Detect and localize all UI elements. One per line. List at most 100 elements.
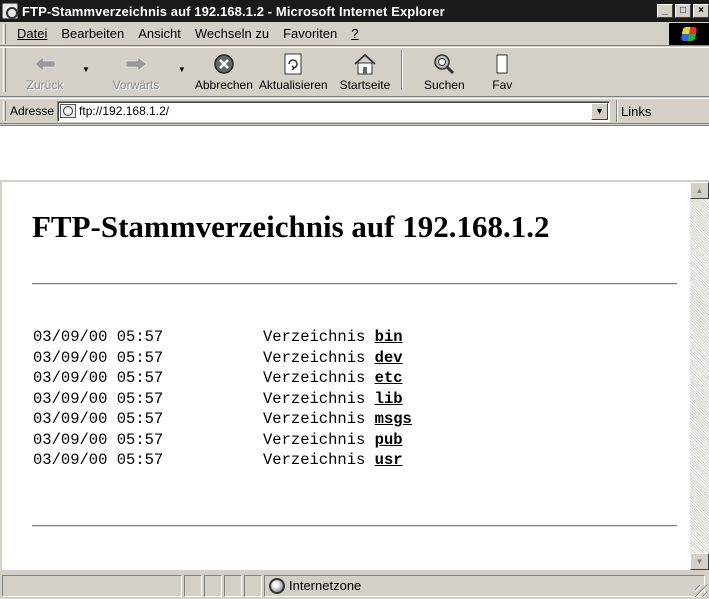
entry-datetime: 03/09/00 05:57: [33, 348, 164, 367]
address-label: Adresse: [10, 104, 55, 118]
status-bar: Internetzone: [0, 572, 709, 599]
menu-bar-grip[interactable]: [3, 23, 6, 44]
directory-link[interactable]: usr: [375, 451, 403, 469]
status-lock-panel: [224, 574, 242, 597]
refresh-label: Aktualisieren: [258, 78, 328, 92]
menu-help-label: ?: [351, 26, 359, 41]
status-progress-panel: [184, 574, 202, 597]
refresh-button[interactable]: Aktualisieren: [256, 48, 331, 92]
directory-link[interactable]: etc: [375, 369, 403, 387]
page-content: FTP-Stammverzeichnis auf 192.168.1.2 03/…: [2, 182, 690, 570]
status-privacy-panel: [244, 574, 262, 597]
list-item: 03/09/00 05:57 Verzeichnis msgs: [33, 409, 412, 430]
list-item: 03/09/00 05:57 Verzeichnis usr: [33, 450, 412, 471]
forward-dropdown-icon[interactable]: ▼: [178, 65, 186, 74]
menu-help[interactable]: ?: [344, 26, 365, 41]
back-button[interactable]: Zurück: [10, 48, 80, 92]
menu-ansicht-label: Ansicht: [138, 26, 181, 41]
search-globe-icon: [432, 52, 456, 76]
address-combobox[interactable]: ▼: [57, 100, 611, 122]
page-heading: FTP-Stammverzeichnis auf 192.168.1.2: [32, 209, 550, 244]
links-separator: [616, 100, 619, 122]
address-dropdown-icon[interactable]: ▼: [591, 102, 609, 120]
stop-button[interactable]: Abbrechen: [192, 48, 256, 92]
windows-logo-icon: [680, 27, 698, 41]
entry-type: Verzeichnis: [263, 430, 366, 449]
favorites-button[interactable]: Fav: [489, 48, 515, 92]
status-zone-panel[interactable]: Internetzone: [264, 574, 705, 597]
forward-arrow-icon: [124, 52, 148, 76]
scroll-up-icon[interactable]: ▲: [690, 182, 709, 199]
entry-datetime: 03/09/00 05:57: [33, 328, 164, 346]
ie-app-icon[interactable]: [2, 3, 18, 19]
entry-type: Verzeichnis: [263, 451, 366, 469]
directory-link[interactable]: dev: [375, 349, 403, 367]
address-bar: Adresse ▼ Links: [0, 98, 709, 124]
menu-favoriten[interactable]: Favoriten: [276, 26, 344, 41]
list-item: 03/09/00 05:57 Verzeichnis pub: [33, 430, 412, 451]
directory-link[interactable]: msgs: [375, 410, 412, 428]
address-bar-grip[interactable]: [3, 101, 6, 121]
entry-type: Verzeichnis: [263, 348, 366, 367]
entry-datetime: 03/09/00 05:57: [33, 451, 164, 469]
entry-datetime: 03/09/00 05:57: [33, 430, 164, 449]
toolbar-grip[interactable]: [3, 48, 6, 92]
menu-favoriten-label: Favoriten: [283, 26, 338, 41]
title-bar[interactable]: FTP-Stammverzeichnis auf 192.168.1.2 - M…: [0, 0, 709, 22]
zone-label: Internetzone: [289, 578, 362, 593]
list-item: 03/09/00 05:57 Verzeichnis dev: [33, 348, 412, 369]
forward-label: Vorwärts: [112, 78, 160, 92]
vertical-scrollbar[interactable]: ▲ ▼: [690, 182, 709, 570]
refresh-icon: [283, 52, 303, 76]
entry-type: Verzeichnis: [263, 389, 366, 408]
entry-datetime: 03/09/00 05:57: [33, 410, 164, 428]
back-dropdown-icon[interactable]: ▼: [82, 65, 90, 74]
window-title: FTP-Stammverzeichnis auf 192.168.1.2 - M…: [22, 3, 445, 19]
menu-ansicht[interactable]: Ansicht: [131, 26, 188, 41]
entry-type: Verzeichnis: [263, 328, 366, 346]
favorites-icon: [495, 52, 509, 76]
links-button[interactable]: Links: [621, 104, 651, 119]
menu-wechseln-zu-label: Wechseln zu: [194, 26, 270, 41]
directory-link[interactable]: lib: [375, 390, 403, 408]
entry-datetime: 03/09/00 05:57: [33, 369, 164, 387]
stop-label: Abbrechen: [194, 78, 253, 92]
minimize-button[interactable]: _: [657, 4, 673, 18]
toolbar-separator: [401, 50, 404, 90]
back-arrow-icon: [33, 52, 57, 76]
favorites-label: Fav: [492, 78, 513, 92]
resize-grip-icon[interactable]: [695, 585, 707, 597]
list-item: 03/09/00 05:57 Verzeichnis lib: [33, 389, 412, 410]
status-text-panel: [2, 574, 182, 597]
list-item: 03/09/00 05:57 Verzeichnis etc: [33, 368, 412, 389]
windows-logo-throbber: [669, 23, 709, 45]
content-top-area: [0, 125, 709, 180]
menu-bearbeiten[interactable]: Bearbeiten: [54, 26, 131, 41]
top-divider: [32, 283, 677, 285]
maximize-button[interactable]: □: [675, 4, 691, 18]
menu-bar: Datei Bearbeiten Ansicht Wechseln zu Fav…: [0, 22, 709, 46]
scroll-down-icon[interactable]: ▼: [690, 553, 709, 570]
internet-zone-globe-icon: [269, 577, 285, 594]
menu-wechseln-zu[interactable]: Wechseln zu: [188, 26, 276, 41]
address-input[interactable]: [79, 104, 592, 118]
entry-datetime: 03/09/00 05:57: [33, 389, 164, 408]
stop-icon: [213, 52, 235, 76]
home-icon: [353, 52, 377, 76]
directory-link[interactable]: bin: [375, 328, 403, 346]
directory-link[interactable]: pub: [375, 431, 403, 449]
forward-button[interactable]: Vorwärts: [96, 48, 176, 92]
back-label: Zurück: [26, 78, 64, 92]
standard-toolbar: Zurück ▼ Vorwärts ▼ Abbrechen Aktualisie…: [0, 47, 709, 97]
close-button[interactable]: ×: [693, 4, 709, 18]
menu-datei-label: Datei: [17, 26, 48, 41]
search-button[interactable]: Suchen: [411, 48, 477, 92]
bottom-divider: [32, 525, 677, 527]
home-button[interactable]: Startseite: [337, 48, 394, 92]
window-controls: _ □ ×: [655, 4, 709, 18]
search-label: Suchen: [423, 78, 465, 92]
page-icon: [60, 104, 77, 118]
menu-datei[interactable]: Datei: [10, 26, 54, 41]
entry-type: Verzeichnis: [263, 369, 366, 387]
entry-type: Verzeichnis: [263, 410, 366, 428]
